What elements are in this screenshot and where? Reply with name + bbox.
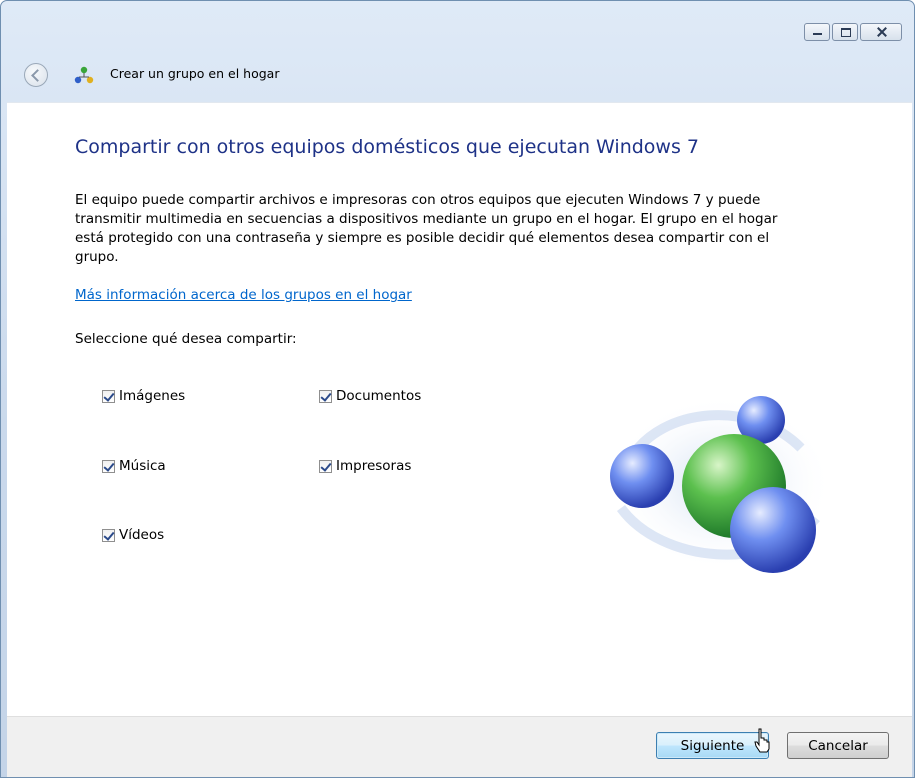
more-info-link[interactable]: Más información acerca de los grupos en … — [75, 287, 412, 303]
description-line: está protegido con una contraseña y siem… — [75, 230, 770, 246]
share-item-videos[interactable]: Vídeos — [102, 527, 164, 543]
checkbox-label: Música — [119, 458, 166, 474]
share-item-music[interactable]: Música — [102, 458, 166, 474]
description-line: grupo. — [75, 249, 119, 265]
mouse-cursor-icon — [754, 728, 770, 753]
checkbox-label: Impresoras — [336, 458, 412, 474]
minimize-button[interactable] — [804, 23, 830, 41]
select-share-label: Seleccione qué desea compartir: — [75, 331, 297, 347]
checkbox-label: Documentos — [336, 388, 422, 404]
checkbox-printers[interactable] — [319, 459, 332, 473]
cancel-button[interactable]: Cancelar — [787, 732, 889, 759]
checkbox-documents[interactable] — [319, 389, 332, 403]
description-line: El equipo puede compartir archivos e imp… — [75, 192, 761, 208]
close-button[interactable] — [860, 23, 902, 41]
description: El equipo puede compartir archivos e imp… — [75, 191, 875, 267]
checkbox-videos[interactable] — [102, 528, 115, 542]
page-heading: Compartir con otros equipos domésticos q… — [75, 136, 699, 158]
wizard-window: Crear un grupo en el hogar Compartir con… — [0, 0, 915, 778]
checkbox-music[interactable] — [102, 459, 115, 473]
share-item-images[interactable]: Imágenes — [102, 388, 185, 404]
footer: Siguiente Cancelar — [7, 716, 912, 777]
maximize-button[interactable] — [832, 23, 858, 41]
window-title: Crear un grupo en el hogar — [110, 66, 280, 81]
caption-buttons — [802, 23, 902, 41]
checkbox-label: Imágenes — [119, 388, 186, 404]
share-item-printers[interactable]: Impresoras — [319, 458, 411, 474]
title-bar[interactable] — [1, 1, 914, 43]
homegroup-icon — [74, 66, 94, 84]
description-line: transmitir multimedia en secuencias a di… — [75, 211, 778, 227]
homegroup-spheres-illustration — [609, 395, 827, 573]
checkbox-images[interactable] — [102, 389, 115, 403]
content-area: Compartir con otros equipos domésticos q… — [7, 102, 912, 717]
share-item-documents[interactable]: Documentos — [319, 388, 421, 404]
checkbox-label: Vídeos — [119, 527, 165, 543]
back-arrow-icon[interactable] — [24, 63, 48, 87]
